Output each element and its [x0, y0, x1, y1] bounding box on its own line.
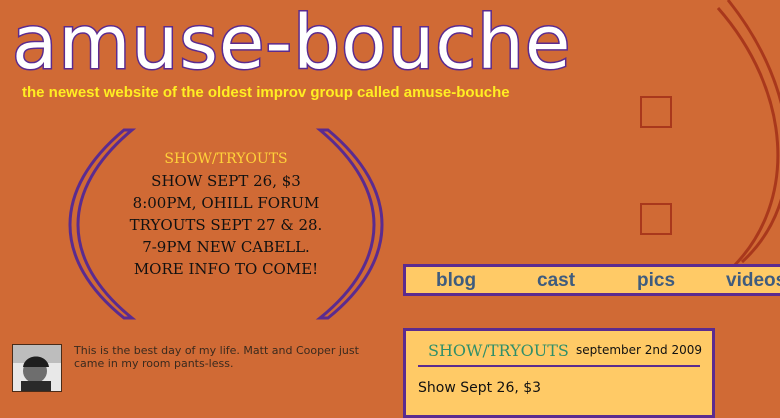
face-eye-square — [640, 203, 672, 235]
face-outline-curve-inner — [726, 0, 780, 264]
post-date: september 2nd 2009 — [576, 343, 702, 357]
post-divider — [418, 365, 700, 367]
site-logo[interactable]: amuse-bouche — [10, 0, 571, 88]
nav-link-videos[interactable]: videos — [726, 270, 780, 292]
avatar[interactable] — [12, 344, 62, 392]
announcement: SHOW/TRYOUTS SHOW SEPT 26, $3 8:00PM, OH… — [110, 148, 342, 280]
announcement-heading: SHOW/TRYOUTS — [164, 151, 288, 167]
status-message: This is the best day of my life. Matt an… — [74, 344, 359, 370]
nav-link-blog[interactable]: blog — [436, 270, 476, 292]
nav-link-pics[interactable]: pics — [637, 270, 675, 292]
announcement-line: TRYOUTS SEPT 27 & 28. — [129, 216, 323, 234]
blog-post: SHOW/TRYOUTS september 2nd 2009 Show Sep… — [403, 328, 715, 418]
site-tagline: the newest website of the oldest improv … — [22, 84, 510, 101]
announcement-line: SHOW SEPT 26, $3 — [151, 172, 301, 190]
announcement-line: 7-9PM NEW CABELL. — [142, 238, 310, 256]
face-eye-square — [640, 96, 672, 128]
announcement-line: MORE INFO TO COME! — [133, 260, 319, 278]
face-outline-curve — [716, 7, 780, 270]
nav-link-cast[interactable]: cast — [537, 270, 575, 292]
announcement-line: 8:00PM, OHILL FORUM — [132, 194, 320, 212]
post-title[interactable]: SHOW/TRYOUTS — [428, 341, 569, 360]
avatar-photo — [13, 345, 61, 391]
post-body: Show Sept 26, $3 — [418, 380, 542, 396]
main-nav: blog cast pics videos — [403, 264, 780, 296]
